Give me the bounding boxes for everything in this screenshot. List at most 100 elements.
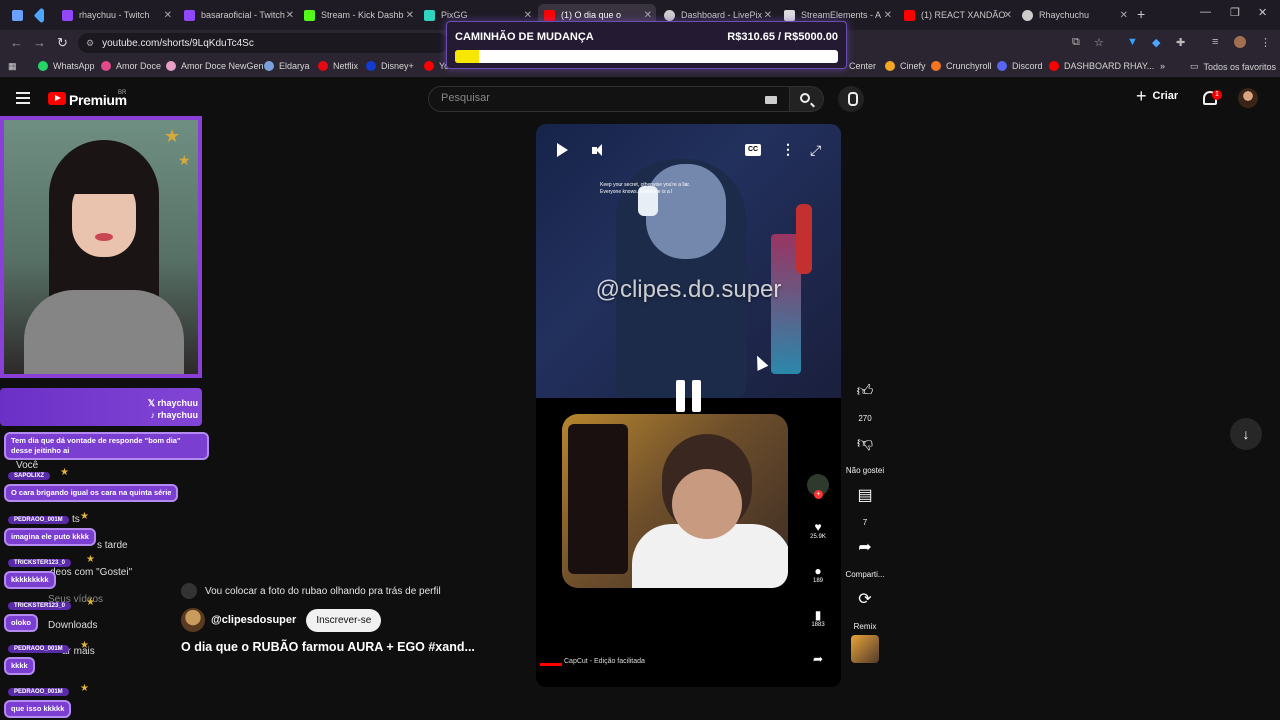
tab-react-xandao[interactable]: (1) REACT XANDÃO ✕ — [898, 4, 1016, 26]
tab-kick-dashboard[interactable]: Stream - Kick Dashb ✕ — [298, 4, 418, 26]
profile-avatar-icon[interactable] — [1234, 36, 1246, 48]
sidebar-peek-item[interactable]: deos com "Gostei" — [50, 567, 132, 578]
video-scene — [646, 164, 726, 259]
channel-avatar[interactable] — [181, 608, 205, 632]
bookmark-amor-doce-newgen[interactable]: Amor Doce NewGen — [166, 61, 264, 71]
description-avatar — [181, 583, 197, 599]
back-icon[interactable]: ← — [10, 35, 23, 50]
tab-close-icon[interactable]: ✕ — [1004, 10, 1012, 21]
tab-close-icon[interactable]: ✕ — [406, 10, 414, 21]
bookmark-discord[interactable]: Discord — [997, 61, 1043, 71]
comments-action[interactable]: ▤ 7 — [843, 475, 887, 527]
star-badge-icon: ★ — [80, 683, 89, 694]
tab-search-icon[interactable] — [6, 4, 26, 26]
site-info-icon[interactable]: ⚙ — [86, 38, 94, 49]
audio-thumbnail[interactable] — [851, 635, 879, 663]
tab-close-icon[interactable]: ✕ — [524, 10, 532, 21]
bookmark-center[interactable]: Center — [849, 61, 876, 71]
tab-diamond-icon[interactable] — [30, 4, 44, 26]
browser-menu-icon[interactable]: ⋮ — [1260, 36, 1271, 49]
crunchyroll-icon — [931, 61, 941, 71]
video-frame-top: Keep your secret, otherwise you're a lia… — [536, 124, 841, 398]
extension-diamond-icon[interactable]: ◆ — [1152, 36, 1160, 49]
user-avatar[interactable] — [1238, 88, 1258, 108]
share-icon[interactable]: ➦ — [845, 527, 885, 567]
sidebar-downloads[interactable]: Downloads — [48, 620, 97, 631]
play-icon[interactable] — [557, 143, 568, 157]
youtube-logo-icon[interactable] — [48, 92, 66, 105]
media-control-icon[interactable]: ≡ — [1212, 36, 1218, 48]
close-window-icon[interactable]: ✕ — [1258, 6, 1267, 19]
more-options-icon[interactable]: ⋮ — [781, 141, 795, 158]
volume-icon[interactable] — [592, 144, 606, 157]
sidebar-peek-item[interactable]: s tarde — [97, 540, 128, 551]
more-bookmarks-icon[interactable]: » — [1160, 61, 1165, 71]
tab-rhaychuu-twitch[interactable]: rhaychuu - Twitch ✕ — [56, 4, 176, 26]
cast-icon[interactable]: ⧉ — [1072, 36, 1080, 49]
bookmark-amor-doce[interactable]: Amor Doce — [101, 61, 161, 71]
comment-icon[interactable]: ▤ — [845, 475, 885, 515]
extensions-puzzle-icon[interactable]: ✚ — [1176, 36, 1185, 49]
tab-close-icon[interactable]: ✕ — [164, 10, 172, 21]
tab-basaraoficial-twitch[interactable]: basaraoficial - Twitch ✕ — [178, 4, 298, 26]
reload-icon[interactable]: ↻ — [57, 35, 68, 51]
share-action[interactable]: ➦ Comparti... — [843, 527, 887, 579]
bookmark-dashboard-rhay[interactable]: DASHBOARD RHAY... — [1049, 61, 1154, 71]
minimize-icon[interactable]: — — [1200, 6, 1211, 18]
remix-label: Remix — [853, 622, 877, 631]
like-count: 270 — [858, 414, 872, 423]
pause-icon[interactable] — [674, 380, 704, 412]
tab-close-icon[interactable]: ✕ — [884, 10, 892, 21]
star-badge-icon: ★ — [80, 640, 89, 651]
bookmark-netflix[interactable]: Netflix — [318, 61, 358, 71]
address-bar[interactable]: ⚙ — [78, 33, 448, 53]
discord-icon — [997, 61, 1007, 71]
chat-message: kkkkkkkkk — [4, 571, 56, 589]
search-button[interactable] — [790, 86, 824, 112]
all-bookmarks-folder[interactable]: ▭ Todos os favoritos — [1190, 61, 1276, 72]
subscribe-button[interactable]: Inscrever-se — [306, 608, 382, 632]
create-button[interactable]: + Criar — [1136, 87, 1178, 105]
thumbs-down-icon[interactable]: 👎︎ — [845, 423, 885, 463]
tab-close-icon[interactable]: ✕ — [286, 10, 294, 21]
tab-close-icon[interactable]: ✕ — [764, 10, 772, 21]
bookmark-whatsapp[interactable]: WhatsApp — [38, 61, 95, 71]
search-input[interactable] — [441, 92, 761, 104]
keyboard-icon[interactable] — [765, 96, 777, 104]
bookmark-cinefy[interactable]: Cinefy — [885, 61, 926, 71]
menu-icon[interactable] — [16, 92, 30, 104]
search-box[interactable] — [428, 86, 790, 112]
like-action[interactable]: 👍︎ 270 — [843, 371, 887, 424]
thumbs-up-icon[interactable]: 👍︎ — [845, 371, 885, 411]
sidebar-you[interactable]: Você — [16, 460, 38, 471]
short-description[interactable]: Vou colocar a foto do rubao olhando pra … — [181, 583, 441, 599]
tab-close-icon[interactable]: ✕ — [644, 10, 652, 21]
url-input[interactable] — [102, 37, 423, 49]
apps-grid-icon[interactable]: ▦ — [8, 61, 17, 72]
star-badge-icon: ★ — [80, 511, 89, 522]
channel-name[interactable]: @clipesdosuper — [211, 614, 296, 626]
remix-icon[interactable]: ⟳ — [845, 579, 885, 619]
voice-search-icon[interactable] — [838, 86, 864, 112]
sidebar-peek-item[interactable]: ts — [72, 514, 80, 525]
bookmark-crunchyroll[interactable]: Crunchyroll — [931, 61, 992, 71]
download-icon[interactable]: ▼ — [1127, 36, 1138, 48]
new-tab-icon[interactable]: + — [1137, 6, 1145, 22]
bookmark-star-icon[interactable]: ☆ — [1094, 36, 1104, 49]
dislike-action[interactable]: 👎︎ Não gostei — [843, 423, 887, 476]
tab-rhaychuchu[interactable]: Rhaychuchu ✕ — [1016, 4, 1132, 26]
star-badge-icon: ★ — [86, 597, 95, 608]
tab-close-icon[interactable]: ✕ — [1120, 10, 1128, 21]
shorts-player[interactable]: Keep your secret, otherwise you're a lia… — [536, 124, 841, 687]
restore-icon[interactable]: ❐ — [1230, 6, 1240, 19]
remix-action[interactable]: ⟳ Remix — [843, 579, 887, 631]
notification-badge: 1 — [1212, 90, 1222, 100]
bookmark-disney[interactable]: Disney+ — [366, 61, 414, 71]
chat-message: O cara brigando igual os cara na quinta … — [4, 484, 179, 502]
short-title[interactable]: O dia que o RUBÃO farmou AURA + EGO #xan… — [181, 640, 475, 654]
fullscreen-icon[interactable]: ⤢ — [810, 142, 821, 159]
next-short-arrow-icon[interactable]: ↓ — [1230, 418, 1262, 450]
bookmark-eldarya[interactable]: Eldarya — [264, 61, 310, 71]
forward-icon[interactable]: → — [33, 35, 46, 50]
captions-icon[interactable]: CC — [745, 144, 761, 156]
